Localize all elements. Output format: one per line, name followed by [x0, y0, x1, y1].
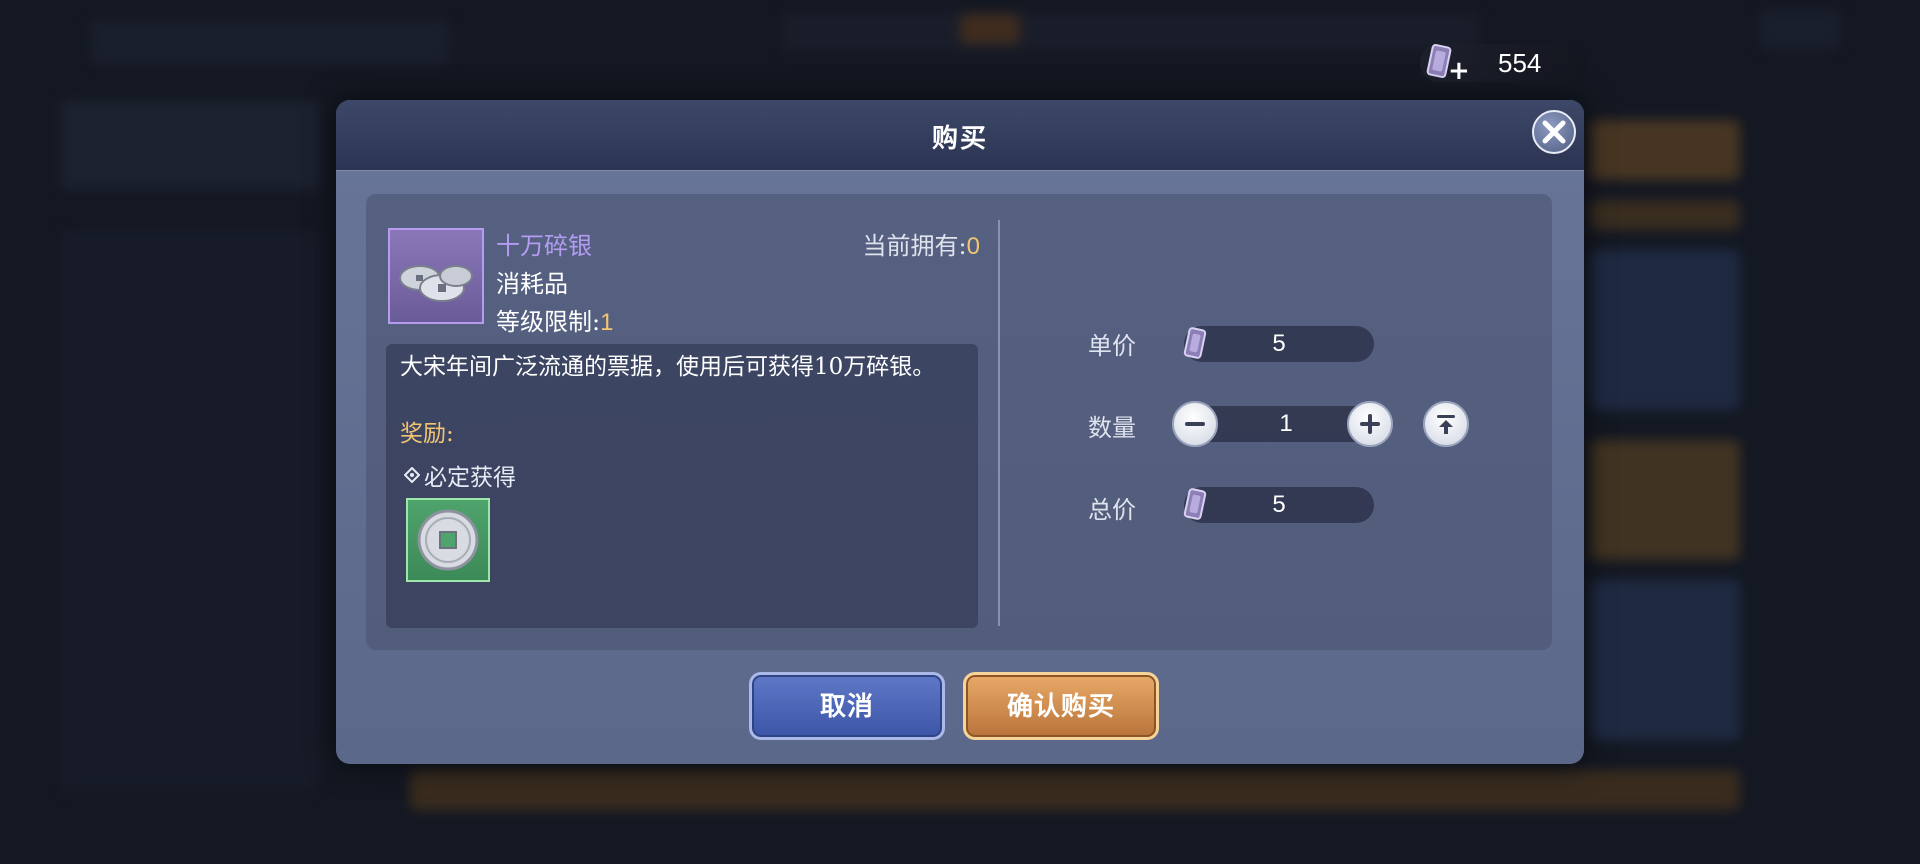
level-value: 1	[600, 309, 614, 336]
total-price-field: 5	[1183, 487, 1374, 523]
quantity-stepper[interactable]: 1	[1206, 406, 1366, 442]
owned-label: 当前拥有:	[862, 232, 967, 260]
close-icon	[1542, 120, 1566, 144]
item-description: 大宋年间广泛流通的票据，使用后可获得10万碎银。	[400, 354, 936, 380]
silver-coin-icon	[417, 509, 479, 571]
silver-coins-icon	[399, 265, 473, 302]
description-box: 大宋年间广泛流通的票据，使用后可获得10万碎银。 奖励: 必定获得	[386, 344, 978, 628]
total-price-label: 总价	[1088, 496, 1136, 524]
purchase-dialog: 购买 十万碎银 消耗品 等级限制:1 当前拥有:0 大宋年间广泛流通的票据，使用…	[336, 100, 1584, 764]
item-name: 十万碎银	[496, 232, 592, 260]
minus-icon	[1185, 422, 1205, 426]
item-level-limit: 等级限制:1	[496, 302, 613, 337]
quantity-label: 数量	[1088, 414, 1136, 442]
diamond-bullet-icon	[404, 467, 420, 483]
currency-amount: 554	[1498, 48, 1542, 78]
max-quantity-button[interactable]	[1423, 401, 1469, 447]
currency-display[interactable]: + 554	[1420, 44, 1588, 84]
increase-quantity-button[interactable]	[1347, 401, 1393, 447]
owned-value: 0	[966, 233, 980, 260]
close-button[interactable]	[1532, 110, 1576, 154]
confirm-purchase-button[interactable]: 确认购买	[963, 672, 1159, 740]
unit-price-value: 5	[1272, 330, 1286, 357]
total-price-value: 5	[1272, 491, 1286, 518]
cancel-button[interactable]: 取消	[749, 672, 945, 740]
unit-price-field: 5	[1183, 326, 1374, 362]
unit-price-label: 单价	[1088, 332, 1136, 360]
quantity-value: 1	[1279, 410, 1293, 437]
dialog-header: 购买	[336, 100, 1584, 171]
item-icon-frame	[388, 228, 484, 324]
max-arrow-icon	[1437, 415, 1455, 434]
item-type: 消耗品	[496, 270, 568, 298]
plus-icon	[1360, 414, 1380, 434]
owned-count: 当前拥有:0	[863, 226, 980, 261]
reward-label: 奖励:	[400, 421, 454, 447]
plus-icon[interactable]: +	[1448, 58, 1470, 84]
level-label: 等级限制:	[496, 308, 601, 336]
decrease-quantity-button[interactable]	[1172, 401, 1218, 447]
panel-divider	[998, 220, 1000, 626]
guarantee-label: 必定获得	[424, 465, 516, 491]
dialog-title: 购买	[931, 124, 988, 154]
reward-item[interactable]	[406, 498, 490, 582]
guarantee-row: 必定获得	[404, 458, 516, 492]
content-panel: 十万碎银 消耗品 等级限制:1 当前拥有:0 大宋年间广泛流通的票据，使用后可获…	[366, 194, 1552, 650]
